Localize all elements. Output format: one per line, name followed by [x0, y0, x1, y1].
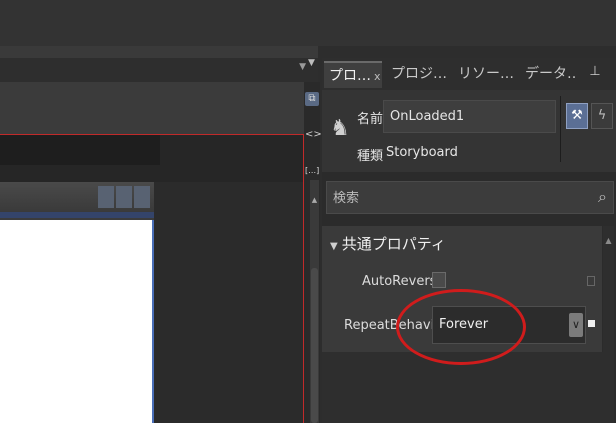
search-box[interactable]: ⌕: [326, 181, 614, 214]
scrollbar-thumb[interactable]: [311, 268, 318, 423]
chevron-down-icon[interactable]: ∨: [569, 313, 583, 337]
advanced-property-marker[interactable]: [587, 276, 595, 286]
lightning-icon: ϟ: [597, 108, 607, 123]
category-title: 共通プロパティ: [341, 235, 446, 253]
autoreverse-checkbox[interactable]: [432, 272, 446, 288]
category-header[interactable]: ▼ 共通プロパティ: [330, 233, 446, 254]
tab-label: プロジ…: [391, 66, 447, 82]
search-icon[interactable]: ⌕: [598, 187, 607, 207]
tab-label: リソー…: [458, 66, 514, 82]
type-value: Storyboard: [386, 145, 458, 160]
close-icon[interactable]: x: [374, 70, 381, 83]
window-control-maximize[interactable]: [116, 186, 132, 208]
canvas-background: [154, 182, 303, 423]
advanced-property-marker-set[interactable]: [588, 320, 595, 327]
properties-scrollbar[interactable]: [603, 226, 614, 423]
canvas-accent-bar: [0, 212, 154, 218]
artboard-inner-header: [0, 135, 160, 165]
collapse-triangle-icon[interactable]: ▼: [308, 58, 315, 68]
properties-view-button[interactable]: ⚒: [566, 103, 588, 129]
pin-icon[interactable]: ⊥: [585, 64, 605, 84]
type-label: 種類: [357, 149, 384, 164]
top-toolbar-area: [0, 0, 616, 46]
header-divider: [560, 96, 561, 162]
wrench-icon: ⚒: [571, 108, 583, 123]
tab-data[interactable]: データ…: [520, 61, 576, 88]
design-canvas[interactable]: [0, 182, 154, 423]
window-control-minimize[interactable]: [98, 186, 114, 208]
search-input[interactable]: [333, 188, 583, 208]
scroll-up-arrow-icon[interactable]: ▲: [310, 196, 319, 204]
tab-label: データ…: [525, 66, 576, 82]
code-view-icon[interactable]: <>: [305, 128, 322, 142]
name-field[interactable]: [383, 100, 556, 133]
range-icon[interactable]: […]: [305, 164, 319, 178]
canvas-surface[interactable]: [0, 220, 154, 423]
tab-resources[interactable]: リソー…: [453, 61, 515, 88]
object-node-icon[interactable]: ⧉: [305, 92, 319, 106]
highlight-annotation: [396, 289, 526, 365]
name-label: 名前: [357, 112, 384, 127]
scroll-up-arrow-icon[interactable]: ▲: [603, 236, 614, 245]
artboard-toolstrip: ▼: [0, 58, 318, 82]
tab-label: プロ…: [329, 68, 371, 84]
tab-properties[interactable]: プロ… x: [324, 61, 382, 88]
canvas-titlebar: [0, 182, 154, 212]
events-view-button[interactable]: ϟ: [591, 103, 613, 129]
tab-projects[interactable]: プロジ…: [386, 61, 448, 88]
panel-tabs: プロ… x プロジ… リソー… データ…: [322, 58, 616, 90]
window-control-close[interactable]: [134, 186, 150, 208]
collapse-chevron-icon[interactable]: ▼: [299, 62, 306, 72]
artboard-header: [0, 82, 305, 134]
expand-arrow-icon[interactable]: ▼: [330, 241, 338, 252]
storyboard-icon: ♞: [330, 116, 350, 141]
